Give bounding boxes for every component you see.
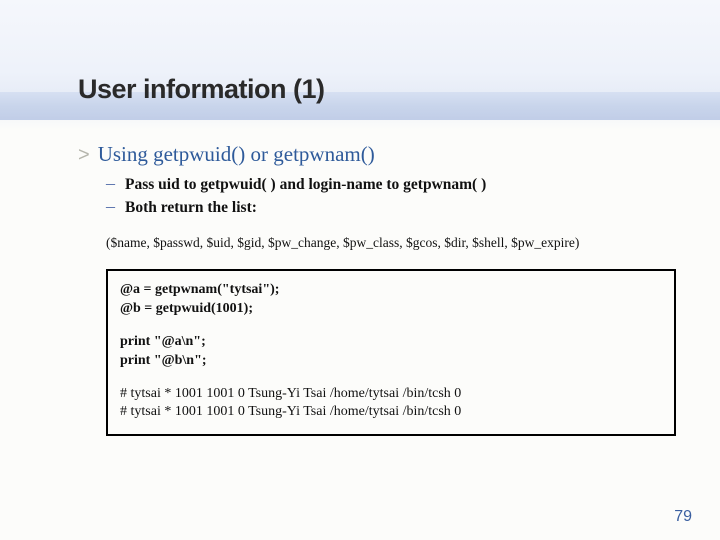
section-heading-row: > Using getpwuid() or getpwnam() — [78, 142, 680, 167]
code-box: @a = getpwnam("tytsai"); @b = getpwuid(1… — [106, 269, 676, 436]
code-output: # tytsai * 1001 1001 0 Tsung-Yi Tsai /ho… — [120, 385, 662, 404]
code-output: # tytsai * 1001 1001 0 Tsung-Yi Tsai /ho… — [120, 403, 662, 422]
slide-content: > Using getpwuid() or getpwnam() – Pass … — [78, 142, 680, 436]
return-fields: ($name, $passwd, $uid, $gid, $pw_change,… — [106, 235, 680, 251]
code-line: @a = getpwnam("tytsai"); — [120, 281, 662, 300]
chevron-right-icon: > — [78, 144, 90, 167]
sub-bullet-list: – Pass uid to getpwuid( ) and login-name… — [106, 173, 680, 217]
page-number: 79 — [674, 508, 692, 526]
dash-icon: – — [106, 196, 115, 217]
dash-icon: – — [106, 173, 115, 194]
code-line: print "@a\n"; — [120, 333, 662, 352]
list-item-text: Both return the list: — [125, 199, 257, 217]
list-item: – Pass uid to getpwuid( ) and login-name… — [106, 173, 680, 194]
list-item: – Both return the list: — [106, 196, 680, 217]
section-heading: Using getpwuid() or getpwnam() — [98, 142, 375, 167]
code-line: @b = getpwuid(1001); — [120, 300, 662, 319]
page-title: User information (1) — [78, 74, 325, 105]
list-item-text: Pass uid to getpwuid( ) and login-name t… — [125, 176, 486, 194]
slide-header: User information (1) — [0, 0, 720, 130]
code-line: print "@b\n"; — [120, 352, 662, 371]
